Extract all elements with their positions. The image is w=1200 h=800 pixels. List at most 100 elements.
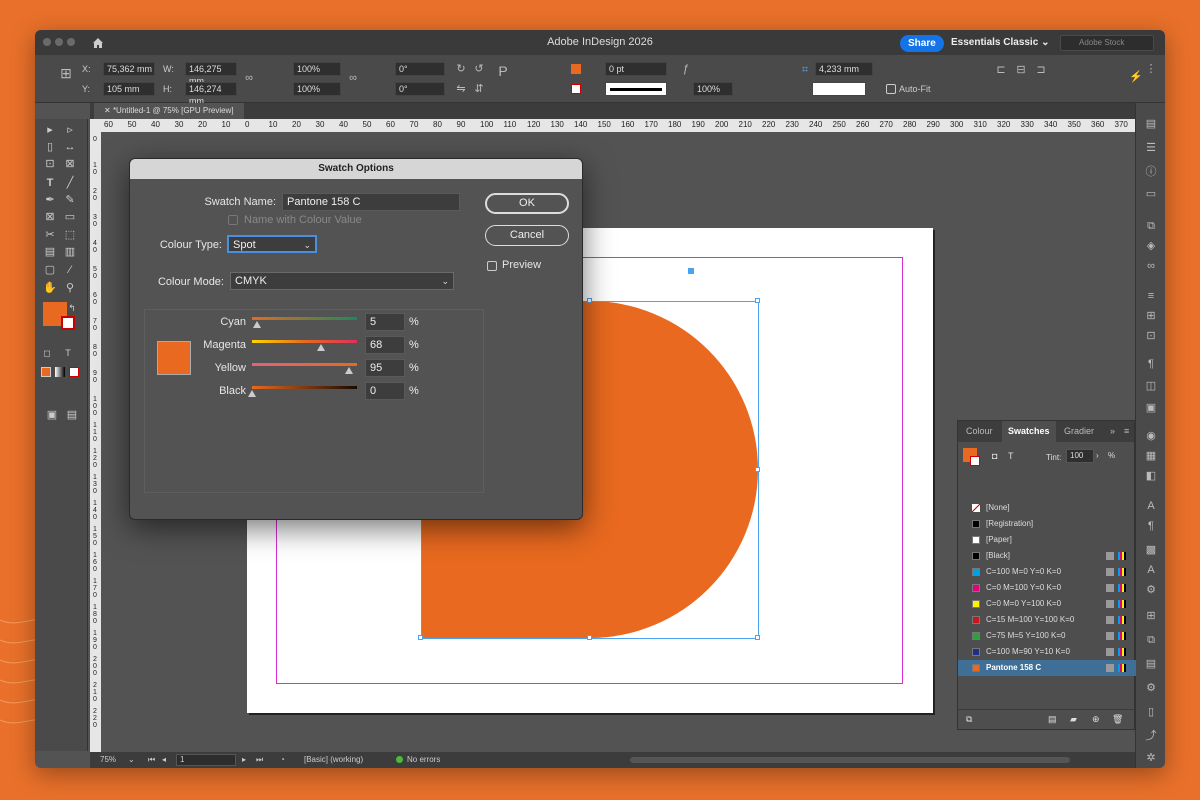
swatch-row[interactable]: [Paper] <box>958 532 1136 548</box>
swatch-views-icon[interactable]: ▤ <box>1048 714 1057 725</box>
auto-fit-checkbox[interactable] <box>886 84 896 94</box>
export-panel-icon[interactable]: ⤴ <box>1144 729 1158 743</box>
new-swatch-icon[interactable]: ⊕ <box>1092 714 1100 725</box>
swatch-row[interactable]: [Black] <box>958 548 1136 564</box>
black-slider-thumb[interactable] <box>248 390 256 397</box>
preflight-profile[interactable]: [Basic] (working) <box>304 755 363 764</box>
cyan-input[interactable]: 5 <box>365 313 405 331</box>
paragraph-panel-icon[interactable]: ¶ <box>1144 519 1158 533</box>
formatting-container-icon[interactable]: ◻ <box>40 347 54 359</box>
layers-panel-icon[interactable]: ◈ <box>1144 239 1158 253</box>
share-button[interactable]: Share <box>900 35 944 52</box>
first-page-icon[interactable]: ⏮ <box>148 755 155 765</box>
gap-field[interactable]: 4,233 mm <box>815 62 873 76</box>
opacity-field[interactable]: 100% <box>693 82 733 96</box>
name-with-colour-value-checkbox[interactable] <box>228 215 238 225</box>
screen-mode-icon[interactable]: ▣ <box>45 409 59 421</box>
scissors-tool-icon[interactable]: ✂ <box>43 229 57 241</box>
fill-swatch[interactable] <box>571 64 581 74</box>
pathfinder-icon[interactable]: ⧉ <box>1144 633 1158 647</box>
articles-panel-icon[interactable]: ▤ <box>1144 657 1158 671</box>
handle-bottom-right[interactable] <box>755 635 760 640</box>
handle-middle-right[interactable] <box>755 467 760 472</box>
align-panel-icon[interactable]: ⊞ <box>1144 309 1158 323</box>
gradient-feather-tool-icon[interactable]: ▥ <box>63 246 77 258</box>
scale-x-field[interactable]: 100% <box>293 62 341 76</box>
pen-tool-icon[interactable]: ✒ <box>43 194 57 206</box>
panel-menu-icon[interactable]: ⋮ <box>1145 63 1157 75</box>
glyphs-panel-icon[interactable]: ◫ <box>1144 379 1158 393</box>
magenta-slider[interactable] <box>252 340 357 343</box>
magenta-input[interactable]: 68 <box>365 336 405 354</box>
tab-gradient[interactable]: Gradier <box>1058 421 1100 442</box>
text-icon[interactable]: T <box>1008 451 1014 461</box>
scripts-panel-icon[interactable]: ⚙ <box>1144 681 1158 695</box>
tab-swatches[interactable]: Swatches <box>1002 421 1056 442</box>
apply-color-button[interactable] <box>41 367 51 377</box>
link-icon[interactable]: ∞ <box>347 72 359 84</box>
swatch-row[interactable]: Pantone 158 C <box>958 660 1136 676</box>
align-right-icon[interactable]: ⊐ <box>1035 64 1047 76</box>
character-styles-icon[interactable]: A <box>1144 563 1158 577</box>
stroke-color-box[interactable] <box>61 316 75 330</box>
page-tool-icon[interactable]: ▯ <box>43 141 57 153</box>
stroke-weight-field[interactable]: 0 pt <box>605 62 667 76</box>
last-page-icon[interactable]: ⏭ <box>256 755 263 765</box>
stroke-type-select[interactable] <box>605 82 667 96</box>
shear-field[interactable]: 0° <box>395 82 445 96</box>
content-placer-icon[interactable]: ⊠ <box>63 158 77 170</box>
swatch-row[interactable]: C=100 M=90 Y=10 K=0 <box>958 644 1136 660</box>
x-field[interactable]: 75,362 mm <box>103 62 155 76</box>
zoom-level[interactable]: 75% <box>100 755 116 764</box>
apply-none-button[interactable] <box>69 367 79 377</box>
tables-panel-icon[interactable]: ⊞ <box>1144 609 1158 623</box>
color-panel-icon[interactable]: ▦ <box>1144 449 1158 463</box>
gradient-panel-icon[interactable]: ◧ <box>1144 469 1158 483</box>
close-tab-icon[interactable]: ✕ <box>104 106 113 115</box>
reference-point-icon[interactable]: ⊞ <box>57 66 75 85</box>
eyedropper-tool-icon[interactable]: ⁄ <box>63 264 77 276</box>
page-number-field[interactable]: 1 <box>176 754 236 766</box>
rotate-ccw-icon[interactable]: ↺ <box>473 63 485 75</box>
links-panel-icon[interactable]: ∞ <box>1144 259 1158 273</box>
effects-panel-icon[interactable]: ⚙ <box>1144 583 1158 597</box>
tint-stepper-icon[interactable]: › <box>1096 451 1099 460</box>
content-collector-icon[interactable]: ⊡ <box>43 158 57 170</box>
colour-mode-select[interactable]: CMYK ⌄ <box>230 272 454 290</box>
type-tool-icon[interactable]: T <box>43 177 57 189</box>
y-field[interactable]: 105 mm <box>103 82 155 96</box>
handle-top-middle[interactable] <box>587 298 592 303</box>
quick-actions-icon[interactable]: ⚡ <box>1129 71 1143 83</box>
adobe-stock-search[interactable]: Adobe Stock <box>1060 35 1154 51</box>
gap-tool-icon[interactable]: ⌗ <box>799 64 811 76</box>
preview-checkbox[interactable] <box>487 261 497 271</box>
black-input[interactable]: 0 <box>365 382 405 400</box>
corner-widget[interactable] <box>688 268 694 274</box>
swatch-row[interactable]: [Registration] <box>958 516 1136 532</box>
hand-tool-icon[interactable]: ✋ <box>43 282 57 294</box>
text-wrap-icon[interactable]: ▩ <box>1144 543 1158 557</box>
free-transform-tool-icon[interactable]: ⬚ <box>63 229 77 241</box>
gradient-swatch-tool-icon[interactable]: ▤ <box>43 246 57 258</box>
pencil-tool-icon[interactable]: ✎ <box>63 194 77 206</box>
rotate-cw-icon[interactable]: ↻ <box>455 63 467 75</box>
cancel-button[interactable]: Cancel <box>485 225 569 246</box>
scale-y-field[interactable]: 100% <box>293 82 341 96</box>
object-style-select[interactable] <box>812 82 866 96</box>
align-center-icon[interactable]: ⊟ <box>1015 64 1027 76</box>
type-on-path-icon[interactable]: P <box>497 64 509 78</box>
panel-menu-icon[interactable]: ≡ <box>1118 421 1135 442</box>
yellow-input[interactable]: 95 <box>365 359 405 377</box>
flip-horizontal-icon[interactable]: ⇋ <box>455 83 467 95</box>
swatch-row[interactable]: [None] <box>958 500 1136 516</box>
stroke-panel-icon[interactable]: ≡ <box>1144 289 1158 303</box>
swatch-row[interactable]: C=75 M=5 Y=100 K=0 <box>958 628 1136 644</box>
cyan-slider[interactable] <box>252 317 357 320</box>
yellow-slider-thumb[interactable] <box>345 367 353 374</box>
h-field[interactable]: 146,274 mm <box>185 82 237 106</box>
info-panel-icon[interactable]: ⓘ <box>1144 165 1158 179</box>
tint-field[interactable]: 100 <box>1066 449 1094 463</box>
w-field[interactable]: 146,275 mm <box>185 62 237 86</box>
comments-panel-icon[interactable]: ▭ <box>1144 187 1158 201</box>
selection-tool-icon[interactable]: ▸ <box>43 124 57 136</box>
